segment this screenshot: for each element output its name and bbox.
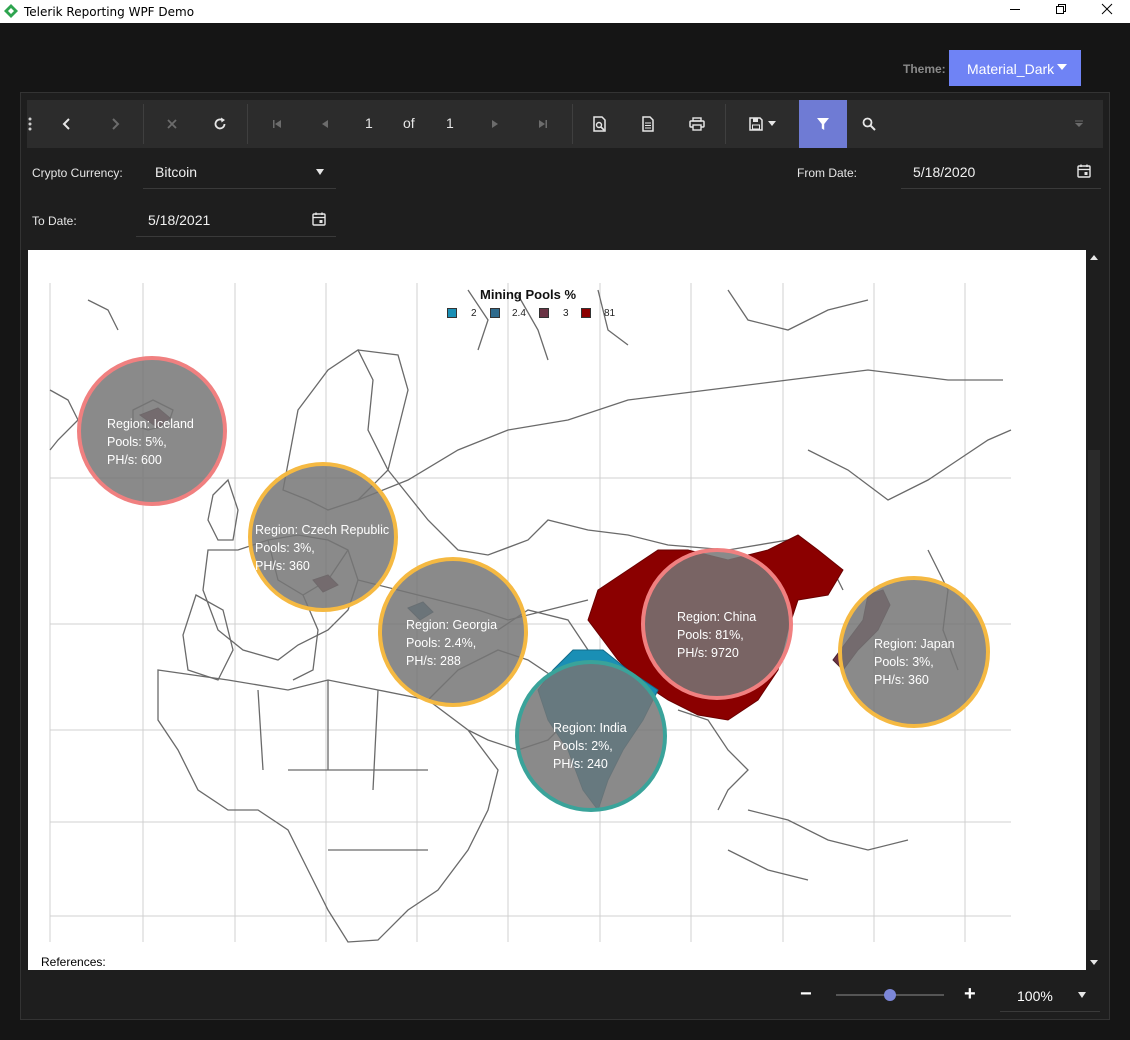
current-page-input[interactable]: 1 [365, 115, 373, 131]
scroll-down-icon[interactable] [1090, 960, 1098, 965]
toolbar-overflow-button[interactable] [1057, 100, 1101, 148]
bubble-label-india: Region: India Pools: 2%, PH/s: 240 [553, 721, 627, 771]
first-page-icon [273, 120, 281, 128]
close-window-button[interactable] [1084, 0, 1130, 23]
calendar-icon[interactable] [1077, 164, 1091, 178]
last-page-button[interactable] [521, 100, 565, 148]
bubble-label-iceland: Region: Iceland Pools: 5%, PH/s: 600 [107, 417, 194, 467]
last-page-icon [539, 120, 547, 128]
legend-label-2: 2.4 [512, 308, 526, 319]
search-icon [862, 117, 876, 131]
overflow-icon [1075, 120, 1083, 127]
chevron-right-icon [112, 118, 120, 130]
report-page: Mining Pools % 2 2.4 3 81 Region: Icelan… [28, 250, 1086, 970]
print-button[interactable] [675, 100, 719, 148]
previous-page-icon [322, 120, 328, 128]
zoom-level-select[interactable]: 100% [1000, 978, 1100, 1012]
minimize-icon [1010, 9, 1020, 10]
chevron-down-icon [316, 169, 324, 175]
total-pages: 1 [446, 115, 454, 131]
legend-swatch-4 [581, 308, 591, 318]
legend-label-4: 81 [604, 308, 616, 319]
stop-rendering-button[interactable] [150, 100, 194, 148]
chevron-down-icon [768, 121, 776, 126]
theme-dropdown[interactable]: Material_Dark [949, 50, 1081, 86]
chevron-down-icon [1078, 992, 1086, 998]
from-date-label: From Date: [797, 166, 858, 180]
zoom-in-button[interactable]: + [964, 983, 976, 1006]
toolbar-separator [572, 104, 573, 144]
toolbar-grip-icon[interactable] [22, 100, 38, 148]
close-icon [1101, 3, 1113, 15]
print-preview-icon [593, 116, 606, 132]
next-page-icon [492, 120, 498, 128]
bubble-label-czech-republic: Region: Czech Republic Pools: 3%, PH/s: 36… [255, 523, 390, 573]
toolbar-separator [725, 104, 726, 144]
theme-label: Theme: [903, 62, 946, 76]
toolbar-separator [143, 104, 144, 144]
bubble-label-china: Region: China Pools: 81%, PH/s: 9720 [677, 610, 757, 660]
toolbar-separator [247, 104, 248, 144]
refresh-icon [214, 117, 226, 130]
report-toolbar: 1 of 1 [27, 100, 1103, 148]
calendar-icon[interactable] [312, 212, 326, 226]
forward-button[interactable] [93, 100, 137, 148]
previous-page-button[interactable] [303, 100, 347, 148]
theme-value: Material_Dark [967, 61, 1055, 77]
printer-icon [689, 117, 705, 131]
restore-icon [1056, 4, 1066, 14]
scroll-thumb[interactable] [1088, 450, 1100, 910]
restore-button[interactable] [1038, 0, 1084, 23]
from-date-picker[interactable]: 5/18/2020 [901, 155, 1101, 189]
close-icon [167, 119, 177, 129]
to-date-picker[interactable]: 5/18/2021 [136, 203, 336, 237]
export-dropdown-button[interactable] [759, 100, 785, 148]
to-date-label: To Date: [32, 214, 77, 228]
legend-label-1: 2 [471, 308, 477, 319]
legend-swatch-2 [490, 308, 500, 318]
crypto-currency-label: Crypto Currency: [32, 166, 123, 180]
zoom-slider-thumb[interactable] [884, 989, 896, 1001]
legend-swatch-3 [539, 308, 549, 318]
chevron-down-icon [1057, 64, 1067, 70]
legend-swatch-1 [447, 308, 457, 318]
next-page-button[interactable] [473, 100, 517, 148]
first-page-button[interactable] [255, 100, 299, 148]
from-date-value: 5/18/2020 [913, 164, 976, 180]
minimize-button[interactable] [992, 0, 1038, 23]
legend-title: Mining Pools % [480, 287, 577, 302]
document-icon [642, 116, 654, 132]
scroll-up-icon[interactable] [1090, 255, 1098, 260]
bubble-label-japan: Region: Japan Pools: 3%, PH/s: 360 [874, 637, 955, 687]
parameters-filter-button[interactable] [799, 100, 847, 148]
to-date-value: 5/18/2021 [148, 212, 211, 228]
app-icon [4, 4, 18, 18]
references-label: References: [41, 955, 106, 969]
window-title: Telerik Reporting WPF Demo [24, 5, 195, 19]
zoom-level-value: 100% [1017, 988, 1053, 1004]
document-map-button[interactable] [626, 100, 670, 148]
print-preview-button[interactable] [578, 100, 622, 148]
chevron-left-icon [62, 118, 70, 130]
crypto-currency-value: Bitcoin [155, 164, 198, 180]
page-of-label: of [403, 115, 415, 131]
legend-label-3: 3 [563, 308, 569, 319]
vertical-scrollbar[interactable] [1086, 250, 1102, 970]
zoom-out-button[interactable]: − [800, 983, 812, 1006]
title-bar: Telerik Reporting WPF Demo [0, 0, 1130, 23]
search-button[interactable] [847, 100, 891, 148]
refresh-button[interactable] [198, 100, 242, 148]
bubble-label-georgia: Region: Georgia Pools: 2.4%, PH/s: 288 [406, 618, 498, 668]
crypto-currency-select[interactable]: Bitcoin [143, 155, 336, 189]
filter-icon [817, 118, 829, 130]
back-button[interactable] [45, 100, 89, 148]
